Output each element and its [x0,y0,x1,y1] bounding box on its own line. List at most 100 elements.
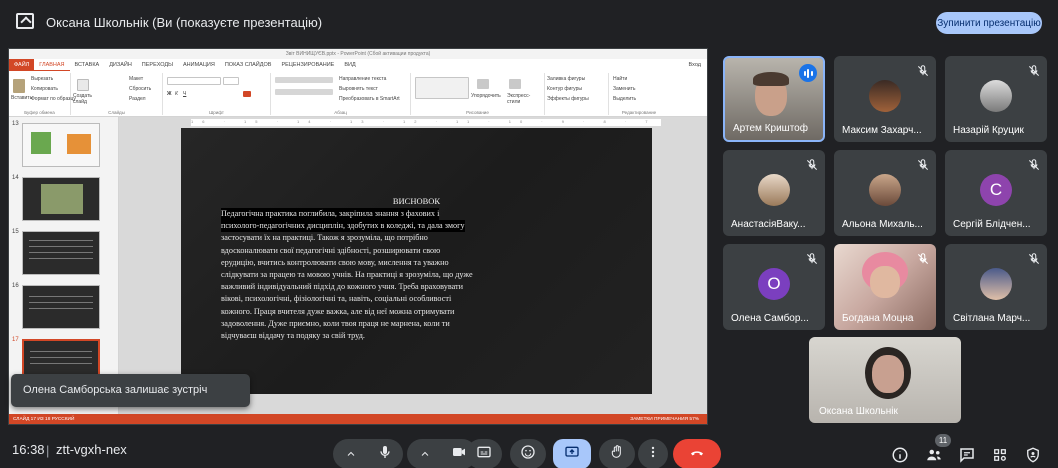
participant-tile[interactable]: Артем Криштоф [723,56,825,142]
align-text-button[interactable]: Выровнять текст [339,86,378,92]
slide-line: психолого-педагогічних дисциплін, здобут… [221,220,465,233]
more-vertical-icon [645,444,661,465]
new-slide-button[interactable]: Создать слайд [73,93,101,105]
arrange-button[interactable]: Упорядочить [471,93,501,99]
participant-name: Альона Михаль... [842,219,923,230]
align-buttons[interactable] [275,89,333,95]
tab-file[interactable]: ФАЙЛ [9,59,35,71]
login-link[interactable]: Вход [689,62,707,68]
select-button[interactable]: Выделить [613,96,636,102]
thumb-line [29,240,93,241]
slide-thumb-14[interactable] [22,177,100,221]
replace-button[interactable]: Заменить [613,86,635,92]
thumb-number-17: 17 [12,337,19,343]
text-direction-button[interactable]: Направление текста [339,76,386,82]
leave-call-button[interactable] [673,439,721,468]
layout-button[interactable]: Макет [129,76,143,82]
tab-insert[interactable]: ВСТАВКА [70,59,105,71]
smartart-button[interactable]: Преобразовать в SmartArt [339,96,400,102]
participant-tile[interactable]: О Олена Самбор... [723,244,825,330]
copy-button[interactable]: Копировать [31,86,58,92]
thumb-line [29,296,93,297]
thumb-line [29,258,93,259]
reactions-button[interactable] [510,439,546,468]
tab-view[interactable]: ВИД [339,59,360,71]
meeting-code[interactable]: ztt-vgxh-nex [56,442,127,457]
mic-off-icon [1027,252,1041,266]
participant-name: Олена Самбор... [731,313,809,324]
underline-button[interactable]: Ч [183,91,186,97]
present-screen-icon [16,13,34,29]
chat-icon[interactable] [958,446,976,464]
host-controls-icon[interactable] [1024,446,1042,464]
participant-tile[interactable]: АнастасіяВаку... [723,150,825,236]
microphone-icon [377,444,393,465]
slide-line: Педагогічна практика поглибила, закріпил… [221,208,440,221]
info-icon[interactable] [891,446,909,464]
tab-slideshow[interactable]: ПОКАЗ СЛАЙДОВ [220,59,277,71]
section-button[interactable]: Раздел [129,96,146,102]
avatar [758,174,790,206]
slide-line: вікові, психологічні, фізіологічні та, н… [221,294,452,304]
avatar [869,174,901,206]
shape-effects-button[interactable]: Эффекты фигуры [547,96,589,102]
shape-fill-button[interactable]: Заливка фигуры [547,76,585,82]
self-name: Оксана Школьнік [819,406,898,417]
font-color-icon[interactable] [243,91,251,97]
participant-tile[interactable]: Богдана Моцна [834,244,936,330]
activities-icon[interactable] [991,446,1009,464]
slide-thumb-15[interactable] [22,231,100,275]
thumb-photo [31,132,51,154]
current-slide[interactable]: ВИСНОВОК Педагогічна практика поглибила,… [181,128,652,394]
microphone-button[interactable] [333,439,403,468]
captions-button[interactable] [466,439,502,468]
italic-button[interactable]: К [175,91,178,97]
quick-styles-button[interactable]: Экспресс-стили [507,93,537,105]
more-options-button[interactable] [638,439,668,468]
paste-button[interactable]: Вставить [11,95,32,101]
reset-button[interactable]: Сбросить [129,86,151,92]
participant-tile[interactable]: С Сергій Блідчен... [945,150,1047,236]
font-size-box[interactable] [223,77,239,85]
present-now-button[interactable] [553,439,591,468]
tab-home[interactable]: ГЛАВНАЯ [34,59,70,71]
participant-tile[interactable]: Альона Михаль... [834,150,936,236]
raise-hand-button[interactable] [599,439,635,468]
editing-group: Найти Заменить Выделить Редактирование [609,73,669,115]
top-bar: Оксана Школьнік (Ви (показуєте презентац… [0,0,1058,44]
ribbon-tabs: ФАЙЛ ГЛАВНАЯ ВСТАВКА ДИЗАЙН ПЕРЕХОДЫ АНИ… [9,59,707,71]
ribbon: Вставить Вырезать Копировать Формат по о… [9,71,707,117]
thumb-line [29,302,93,303]
leave-notification-toast: Олена Самборська залишає зустріч [11,374,250,407]
tab-transitions[interactable]: ПЕРЕХОДЫ [137,59,178,71]
slide-thumbnails: 13 14 15 16 17 [9,117,119,414]
format-painter-button[interactable]: Формат по образцу [31,96,76,102]
slide-thumb-16[interactable] [22,285,100,329]
tab-review[interactable]: РЕЦЕНЗИРОВАНИЕ [276,59,339,71]
participant-name: Назарій Круцик [953,125,1024,136]
slide-thumb-13[interactable] [22,123,100,167]
participant-tile[interactable]: Світлана Марч... [945,244,1047,330]
font-name-box[interactable] [167,77,221,85]
bold-button[interactable]: Ж [167,91,172,97]
thumb-line [30,363,92,364]
tab-design[interactable]: ДИЗАЙН [104,59,137,71]
list-buttons[interactable] [275,77,333,83]
slide-line: ерудицію, вчитись контролювати свою мову… [221,257,449,267]
shape-outline-button[interactable]: Контур фигуры [547,86,582,92]
shared-presentation: Звіт ВИНИЩУЄВ.pptx - PowerPoint (Сбой ак… [8,48,708,425]
find-button[interactable]: Найти [613,76,627,82]
mic-off-icon [1027,64,1041,78]
shapes-gallery[interactable] [415,77,469,99]
self-view-tile[interactable]: Оксана Школьнік [809,337,961,423]
participant-tile[interactable]: Максим Захарч... [834,56,936,142]
slide-heading: ВИСНОВОК [392,196,441,206]
cut-button[interactable]: Вырезать [31,76,53,82]
participant-tile[interactable]: Назарій Круцик [945,56,1047,142]
shape-format-group: Заливка фигуры Контур фигуры Эффекты фиг… [545,73,609,115]
clipboard-label: Буфер обмена [24,110,55,115]
stop-presenting-button[interactable]: Зупинити презентацію [936,12,1042,34]
people-icon[interactable] [925,446,943,464]
thumb-number-15: 15 [12,229,19,235]
tab-animation[interactable]: АНИМАЦИЯ [178,59,220,71]
